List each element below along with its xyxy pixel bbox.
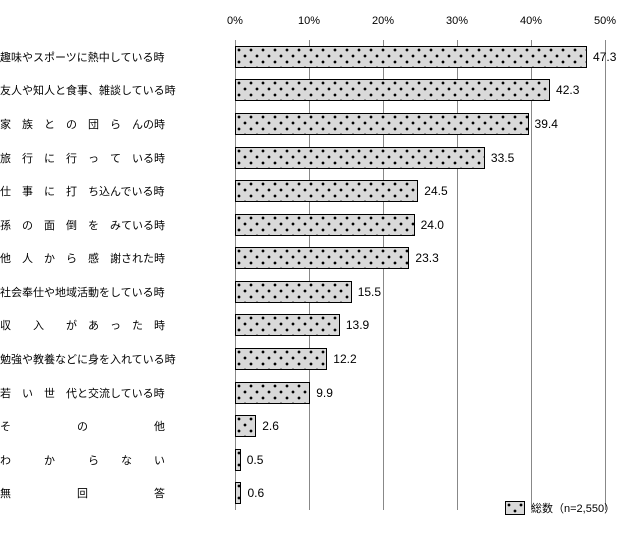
value-label: 42.3 [556,83,579,97]
category-label: 趣味やスポーツに熱中している時 [0,46,225,68]
axis-tick: 20% [372,15,394,27]
value-label: 12.2 [333,352,356,366]
value-label: 24.5 [424,184,447,198]
bar [235,382,310,404]
bar [235,247,409,269]
category-label: 旅 行 に 行 っ て いる時 [0,147,225,169]
bar [235,281,352,303]
bar [235,415,256,437]
value-label: 0.6 [247,486,264,500]
bar-row: 0.6 [235,482,264,504]
category-label: 他 人 か ら 感 謝された時 [0,247,225,269]
bar-row: 2.6 [235,415,279,437]
value-label: 15.5 [358,285,381,299]
value-label: 47.3 [593,50,616,64]
category-label: わ か ら な い [0,449,225,471]
bar-chart: 0% 10% 20% 30% 40% 50% 趣味やスポーツに熱中している時友人や知人と食… [0,0,640,540]
legend: 総数（n=2,550） [505,500,615,516]
bar-row: 23.3 [235,247,439,269]
legend-label: 総数（n=2,550） [531,500,615,516]
bar-row: 24.0 [235,214,444,236]
category-label: 友人や知人と食事、雑談している時 [0,79,225,101]
axis-tick: 30% [446,15,468,27]
value-label: 23.3 [415,251,438,265]
category-label: 収 入 が あ っ た 時 [0,314,225,336]
bar-row: 13.9 [235,314,369,336]
category-label: 家 族 と の 団 ら んの時 [0,113,225,135]
category-label: 若 い 世 代と交流している時 [0,382,225,404]
bar-row: 47.3 [235,46,616,68]
value-label: 9.9 [316,386,333,400]
bar [235,482,241,504]
bar [235,214,415,236]
category-label: 仕 事 に 打 ち込んでいる時 [0,180,225,202]
bar [235,449,241,471]
bar [235,180,418,202]
bar [235,147,485,169]
value-label: 0.5 [247,453,264,467]
plot-area: 47.342.339.433.524.524.023.315.513.912.2… [235,40,605,510]
category-label: 勉強や教養などに身を入れている時 [0,348,225,370]
axis-tick: 40% [520,15,542,27]
value-label: 33.5 [491,151,514,165]
legend-swatch-icon [505,501,525,515]
bar-row: 0.5 [235,449,263,471]
bar-row: 39.4 [235,113,558,135]
bar [235,314,340,336]
category-label: 社会奉仕や地域活動をしている時 [0,281,225,303]
category-label: 無 回 答 [0,482,225,504]
value-label: 13.9 [346,318,369,332]
axis-tick: 10% [298,15,320,27]
bar-row: 15.5 [235,281,381,303]
value-label: 24.0 [421,218,444,232]
value-label: 2.6 [262,419,279,433]
category-label: そ の 他 [0,415,225,437]
axis-tick: 50% [594,15,616,27]
category-label: 孫 の 面 倒 を みている時 [0,214,225,236]
bar-row: 24.5 [235,180,448,202]
bar-row: 9.9 [235,382,333,404]
bar [235,46,587,68]
bar [235,348,327,370]
value-label: 39.4 [535,117,558,131]
bar-row: 12.2 [235,348,357,370]
bar [235,79,550,101]
axis-tick: 0% [227,15,243,27]
bar [235,113,529,135]
bar-row: 33.5 [235,147,514,169]
bar-row: 42.3 [235,79,579,101]
gridline [605,40,606,510]
